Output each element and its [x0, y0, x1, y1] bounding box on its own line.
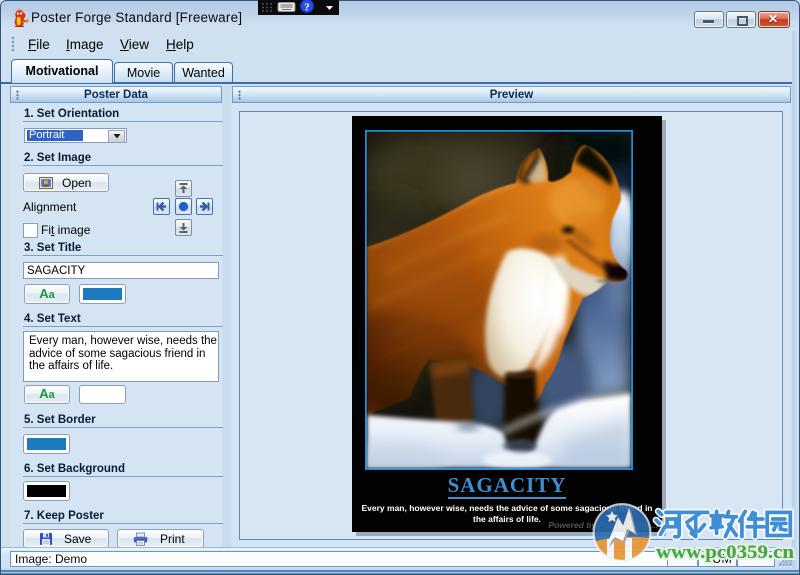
svg-text:?: ? [304, 2, 310, 14]
svg-text:www.pc0359.cn: www.pc0359.cn [656, 542, 794, 563]
